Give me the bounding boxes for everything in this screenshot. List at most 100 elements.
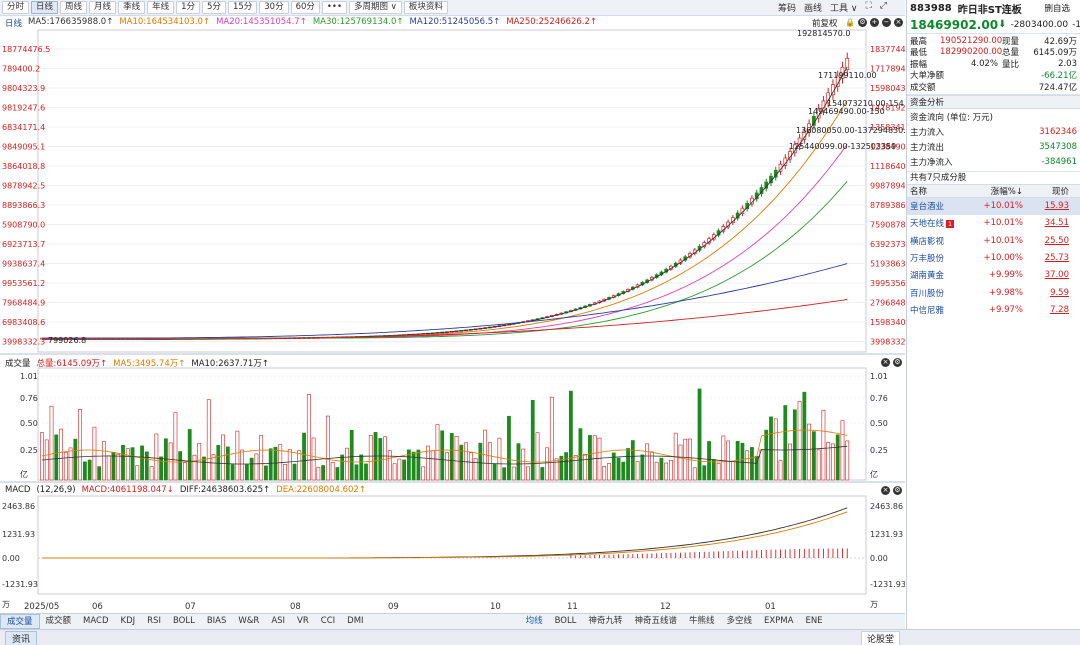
period-weekly-button[interactable]: 周线 <box>60 1 88 14</box>
volume-bar <box>311 437 316 481</box>
component-price[interactable]: 9.59 <box>1023 288 1077 298</box>
indicator-tab[interactable]: BOLL <box>167 614 201 629</box>
overlay-tab[interactable]: ENE <box>799 614 828 629</box>
component-row[interactable]: 万丰股份 +10.00% 25.73 <box>907 249 1080 266</box>
component-price[interactable]: 7.28 <box>1023 305 1077 315</box>
period-quarterly-button[interactable]: 季线 <box>118 1 146 14</box>
component-price[interactable]: 15.93 <box>1023 201 1077 211</box>
component-name[interactable]: 皇台酒业 <box>910 200 968 212</box>
volume-close-icon[interactable]: × <box>881 358 890 367</box>
volume-bar <box>378 438 383 481</box>
x-axis-tick: 09 <box>388 602 399 612</box>
news-tab[interactable]: 资讯 <box>5 631 38 645</box>
period-60min-button[interactable]: 60分 <box>290 1 320 14</box>
volume-controls: × ⚙ <box>881 358 902 367</box>
volume-bar <box>573 455 578 481</box>
component-price[interactable]: 25.73 <box>1023 253 1077 263</box>
indicator-tab[interactable]: CCI <box>315 614 341 629</box>
period-5min-button[interactable]: 5分 <box>202 1 226 14</box>
fund-row: 主力净流入 -384961 <box>910 155 1077 170</box>
volume-bar <box>497 437 502 481</box>
indicator-tab[interactable]: BIAS <box>201 614 233 629</box>
overlay-tab[interactable]: BOLL <box>549 614 583 629</box>
component-price[interactable]: 37.00 <box>1023 270 1077 280</box>
overlay-tab[interactable]: 均线 <box>520 614 549 629</box>
component-name[interactable]: 湖南黄金 <box>910 269 968 281</box>
period-15min-button[interactable]: 15分 <box>227 1 258 14</box>
component-price[interactable]: 25.50 <box>1023 236 1077 246</box>
component-row[interactable]: 皇台酒业 +10.01% 15.93 <box>907 197 1080 215</box>
dea-value: DEA:22608004.602↑ <box>276 485 366 495</box>
indicator-tab[interactable]: DMI <box>341 614 369 629</box>
chip-distribution-button[interactable]: 筹码 <box>778 1 796 14</box>
indicator-tab[interactable]: 成交额 <box>40 614 78 629</box>
component-row[interactable]: 天地在线 1 +10.01% 34.51 <box>907 215 1080 232</box>
component-row[interactable]: 湖南黄金 +9.99% 37.00 <box>907 267 1080 284</box>
volume-bar <box>321 465 326 481</box>
macd-label[interactable]: MACD <box>5 485 30 495</box>
overlay-tab[interactable]: EXPMA <box>758 614 799 629</box>
volume-bar <box>535 432 540 481</box>
overlay-tab[interactable]: 牛熊线 <box>683 614 721 629</box>
period-daily-button[interactable]: 日线 <box>31 1 59 14</box>
component-name[interactable]: 横店影视 <box>910 235 968 247</box>
component-row[interactable]: 横店影视 +10.01% 25.50 <box>907 232 1080 249</box>
component-name[interactable]: 中信尼雅 <box>910 304 968 316</box>
macd-tick-right: -1231.93 <box>870 580 905 589</box>
price-tick-right: 3995356 <box>870 279 905 288</box>
indicator-tab[interactable]: VR <box>291 614 315 629</box>
chart-area[interactable]: 日线 MA5:176635988.0↑ MA10:164534103.0↑ MA… <box>0 16 905 613</box>
forum-button[interactable]: 论股堂 <box>860 631 900 645</box>
volume-tick-left: 亿 <box>20 469 28 479</box>
components-list: 皇台酒业 +10.01% 15.93 天地在线 1 +10.01% 34.51 横店影视 +10… <box>907 197 1080 319</box>
remove-watchlist-button[interactable]: 删自选 <box>1044 2 1070 14</box>
col-name[interactable]: 名称 <box>910 185 968 197</box>
expand-icon[interactable]: ⤢ <box>880 1 887 14</box>
volume-bar <box>835 434 840 481</box>
indicator-tab[interactable]: 成交量 <box>0 614 40 629</box>
fund-analysis-header[interactable]: 资金分析 <box>907 94 1080 109</box>
col-change[interactable]: 涨幅%↓ <box>968 185 1023 197</box>
overlay-tab[interactable]: 神奇五线谱 <box>628 614 683 629</box>
overlay-tab[interactable]: 多空线 <box>720 614 758 629</box>
component-price[interactable]: 34.51 <box>1023 218 1077 228</box>
component-name[interactable]: 百川股份 <box>910 287 968 299</box>
col-price[interactable]: 现价 <box>1023 185 1077 197</box>
component-name[interactable]: 万丰股份 <box>910 252 968 264</box>
tools-dropdown[interactable]: 工具 ∨ <box>830 1 857 14</box>
volume-bar <box>202 456 206 481</box>
overlay-tabs-right: 均线 BOLL 神奇九转 神奇五线谱 牛熊线 多空线 EXPMA ENE <box>520 614 829 629</box>
indicator-tab[interactable]: MACD <box>77 614 114 629</box>
component-change: +10.01% <box>983 218 1023 229</box>
macd-settings-icon[interactable]: ⚙ <box>893 486 902 495</box>
volume-bar <box>564 452 569 481</box>
price-tick-right: 2796848 <box>870 299 905 308</box>
component-name[interactable]: 天地在线 1 <box>910 217 968 229</box>
more-periods-button[interactable]: ••• <box>321 1 347 14</box>
period-yearly-button[interactable]: 年线 <box>147 1 175 14</box>
indicator-tab[interactable]: ASI <box>265 614 291 629</box>
volume-bar <box>140 445 144 481</box>
overlay-tab[interactable]: 神奇九转 <box>582 614 628 629</box>
indicator-tab[interactable]: KDJ <box>115 614 142 629</box>
indicator-tab[interactable]: RSI <box>141 614 167 629</box>
volume-bar <box>759 449 764 481</box>
volume-bar <box>697 388 702 481</box>
volume-tick-left: 0.76 <box>20 394 38 403</box>
period-intraday-button[interactable]: 分时 <box>2 1 30 14</box>
multi-period-dropdown[interactable]: 多周期图 ∨ <box>348 1 402 14</box>
component-row[interactable]: 中信尼雅 +9.97% 7.28 <box>907 301 1080 318</box>
macd-close-icon[interactable]: × <box>881 486 890 495</box>
period-1min-button[interactable]: 1分 <box>176 1 201 14</box>
period-30min-button[interactable]: 30分 <box>259 1 289 14</box>
sector-info-button[interactable]: 板块资料 <box>403 1 448 14</box>
indicator-tab[interactable]: W&R <box>232 614 265 629</box>
period-monthly-button[interactable]: 月线 <box>89 1 117 14</box>
price-tick-left: 5908790.0 <box>2 221 45 230</box>
component-row[interactable]: 百川股份 +9.98% 9.59 <box>907 284 1080 301</box>
draw-line-button[interactable]: 画线 <box>804 1 822 14</box>
volume-settings-icon[interactable]: ⚙ <box>893 358 902 367</box>
fullscreen-icon[interactable]: ⛶ <box>865 1 871 14</box>
stat-row: 最低 182990200.00 总量 6145.09万 <box>910 47 1077 58</box>
volume-bar <box>545 447 549 481</box>
